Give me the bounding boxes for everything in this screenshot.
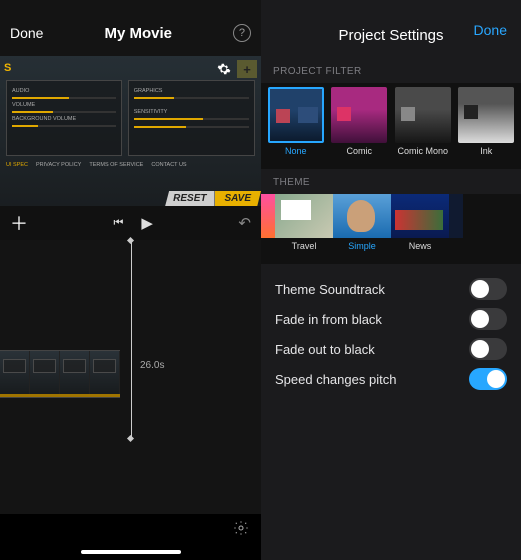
filter-label: Comic	[346, 146, 372, 156]
theme-strip[interactable]: Travel Simple News	[261, 194, 521, 264]
settings-screen: Project Settings Done PROJECT FILTER Non…	[261, 0, 521, 560]
theme-item-news[interactable]: News	[391, 194, 449, 264]
filter-thumb[interactable]	[395, 87, 451, 143]
toggle-theme-soundtrack: Theme Soundtrack	[275, 274, 507, 304]
theme-label: Travel	[292, 241, 317, 251]
video-preview[interactable]: S + AUDIO VOLUME BACKGROUND VOLUME GRAPH…	[0, 56, 261, 206]
play-icon[interactable]: ▶	[141, 214, 153, 232]
switch[interactable]	[469, 278, 507, 300]
save-button[interactable]: SAVE	[215, 191, 262, 206]
theme-thumb[interactable]	[391, 194, 449, 238]
filter-item-ink[interactable]: Ink	[458, 87, 516, 156]
editor-screen: Done My Movie ? S + AUDIO VOLUME BACKGRO…	[0, 0, 261, 560]
graphics-panel: GRAPHICS SENSITIVITY	[128, 80, 255, 156]
panel-heading: AUDIO	[12, 88, 116, 94]
playback-bar: ＋ ⏮ ▶ ↶	[0, 206, 261, 240]
toggle-fade-in: Fade in from black	[275, 304, 507, 334]
theme-section-label: THEME	[261, 169, 521, 194]
filter-item-comic-mono[interactable]: Comic Mono	[394, 87, 452, 156]
switch[interactable]	[469, 308, 507, 330]
theme-label: Simple	[348, 241, 376, 251]
project-settings-icon[interactable]	[233, 520, 249, 540]
toggle-label: Speed changes pitch	[275, 372, 396, 387]
playhead[interactable]	[131, 240, 132, 440]
source-badge: S	[0, 62, 11, 74]
panel-heading: GRAPHICS	[134, 88, 249, 94]
tab[interactable]: TERMS OF SERVICE	[89, 162, 143, 168]
toggle-label: Theme Soundtrack	[275, 282, 385, 297]
video-clip[interactable]	[0, 350, 120, 398]
theme-edge-left[interactable]	[261, 194, 275, 264]
theme-thumb[interactable]	[275, 194, 333, 238]
add-media-icon[interactable]: +	[237, 60, 257, 78]
switch[interactable]	[469, 368, 507, 390]
filter-thumb[interactable]	[458, 87, 514, 143]
undo-icon[interactable]: ↶	[238, 214, 251, 232]
gear-icon[interactable]	[217, 62, 231, 79]
filter-label: Ink	[480, 146, 492, 156]
tab[interactable]: PRIVACY POLICY	[36, 162, 81, 168]
audio-panel: AUDIO VOLUME BACKGROUND VOLUME	[6, 80, 122, 156]
filter-item-none[interactable]: None	[267, 87, 325, 156]
home-indicator	[81, 550, 181, 554]
panel-label: BACKGROUND VOLUME	[12, 116, 116, 122]
slider	[12, 111, 116, 113]
theme-label: News	[409, 241, 432, 251]
tab[interactable]: UI SPEC	[6, 162, 28, 168]
filter-label: None	[285, 146, 307, 156]
toggle-fade-out: Fade out to black	[275, 334, 507, 364]
footer-tabs: UI SPEC PRIVACY POLICY TERMS OF SERVICE …	[0, 156, 261, 168]
bottom-toolbar	[0, 514, 261, 560]
theme-item-travel[interactable]: Travel	[275, 194, 333, 264]
filter-section-label: PROJECT FILTER	[261, 58, 521, 83]
filter-item-comic[interactable]: Comic	[331, 87, 389, 156]
clip-duration: 26.0s	[140, 360, 164, 371]
editor-header: Done My Movie ?	[0, 0, 261, 56]
help-icon[interactable]: ?	[233, 24, 251, 42]
filter-strip[interactable]: None Comic Comic Mono Ink	[261, 83, 521, 169]
settings-done-button[interactable]: Done	[474, 22, 507, 38]
slider	[134, 118, 249, 120]
toggle-label: Fade in from black	[275, 312, 382, 327]
done-button[interactable]: Done	[10, 25, 43, 41]
filter-thumb[interactable]	[268, 87, 324, 143]
project-title: My Movie	[104, 25, 172, 42]
add-clip-icon[interactable]: ＋	[10, 210, 28, 236]
settings-header: Project Settings Done	[261, 0, 521, 58]
slider	[134, 97, 249, 99]
slider	[134, 126, 249, 128]
slider	[12, 125, 116, 127]
panel-label: SENSITIVITY	[134, 109, 249, 115]
tab[interactable]: CONTACT US	[151, 162, 186, 168]
filter-label: Comic Mono	[397, 146, 448, 156]
action-buttons: RESET SAVE	[165, 191, 261, 206]
reset-button[interactable]: RESET	[165, 191, 214, 206]
switch[interactable]	[469, 338, 507, 360]
timeline[interactable]: 26.0s	[0, 240, 261, 516]
panel-label: VOLUME	[12, 102, 116, 108]
theme-thumb[interactable]	[333, 194, 391, 238]
toggle-speed-pitch: Speed changes pitch	[275, 364, 507, 394]
skip-start-icon[interactable]: ⏮	[113, 217, 123, 230]
settings-title: Project Settings	[338, 27, 443, 44]
slider	[12, 97, 116, 99]
filter-thumb[interactable]	[331, 87, 387, 143]
toggle-list: Theme Soundtrack Fade in from black Fade…	[261, 264, 521, 404]
theme-edge-right[interactable]	[449, 194, 463, 264]
toggle-label: Fade out to black	[275, 342, 375, 357]
theme-item-simple[interactable]: Simple	[333, 194, 391, 264]
